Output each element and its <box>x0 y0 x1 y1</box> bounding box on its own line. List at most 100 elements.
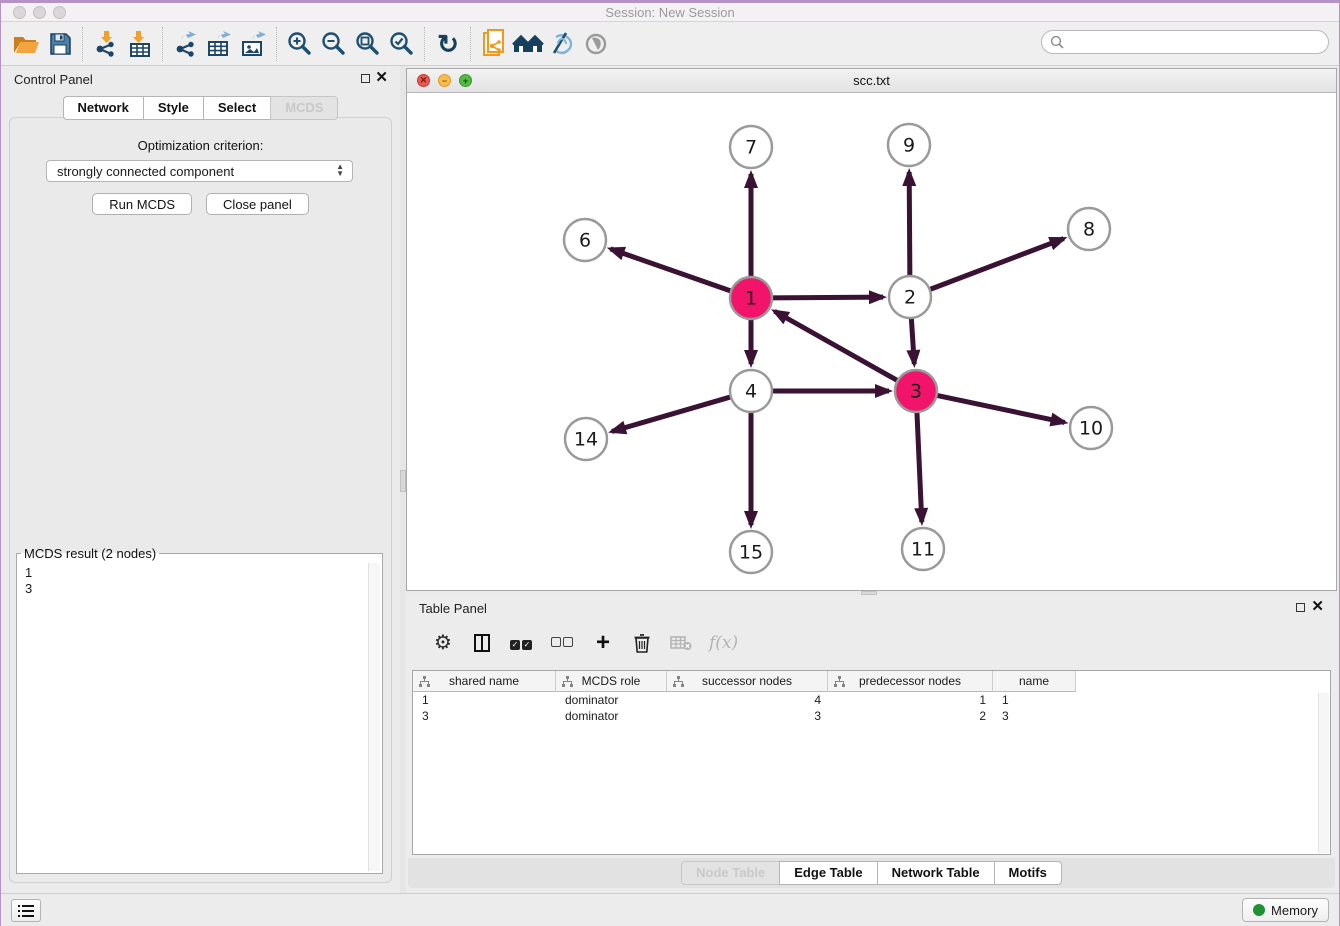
zoom-selected-button[interactable] <box>385 27 419 61</box>
graph-edge-2-9[interactable] <box>909 172 910 278</box>
graph-node-8[interactable]: 8 <box>1068 208 1110 250</box>
open-session-button[interactable] <box>9 27 43 61</box>
table-row[interactable]: 1 dominator 4 1 1 <box>413 692 1330 708</box>
graph-node-label: 9 <box>903 135 915 157</box>
graph-edge-4-14[interactable] <box>612 396 733 431</box>
tab-node-table[interactable]: Node Table <box>681 861 780 885</box>
cell-name[interactable]: 3 <box>993 708 1076 724</box>
zoom-fit-button[interactable] <box>351 27 385 61</box>
plus-icon: + <box>596 631 610 655</box>
table-settings-button[interactable]: ⚙ <box>432 631 454 655</box>
delete-table-button[interactable] <box>670 631 692 655</box>
home-button[interactable] <box>511 27 545 61</box>
float-panel-icon[interactable] <box>361 74 370 83</box>
column-header-predecessor-nodes[interactable]: predecessor nodes <box>828 671 993 692</box>
hierarchy-icon <box>419 676 430 687</box>
graph-edge-2-3[interactable] <box>911 316 914 364</box>
graph-node-6[interactable]: 6 <box>564 219 606 261</box>
cell-shared-name[interactable]: 1 <box>413 692 556 708</box>
graph-node-label: 6 <box>579 230 591 252</box>
mcds-result-title: MCDS result (2 nodes) <box>21 546 159 561</box>
graph-node-4[interactable]: 4 <box>730 370 772 412</box>
cell-name[interactable]: 1 <box>993 692 1076 708</box>
import-network-button[interactable] <box>89 27 123 61</box>
add-column-button[interactable]: + <box>592 631 614 655</box>
close-table-panel-icon[interactable]: ✕ <box>1311 598 1324 616</box>
list-icon <box>18 905 34 917</box>
export-image-button[interactable] <box>237 27 271 61</box>
export-network-button[interactable] <box>169 27 203 61</box>
select-stepper-icon: ▲▼ <box>336 163 344 177</box>
column-header-mcds-role[interactable]: MCDS role <box>556 671 667 692</box>
column-header-shared-name[interactable]: shared name <box>413 671 556 692</box>
graph-edge-1-2[interactable] <box>770 297 883 298</box>
zoom-in-button[interactable] <box>283 27 317 61</box>
criterion-select[interactable]: strongly connected component ▲▼ <box>46 160 353 182</box>
function-builder-button[interactable]: f(x) <box>709 631 738 655</box>
close-panel-button[interactable]: Close panel <box>206 193 309 215</box>
graph-edge-3-11[interactable] <box>917 410 922 522</box>
memory-label: Memory <box>1271 903 1318 918</box>
cell-predecessor-nodes[interactable]: 1 <box>828 692 993 708</box>
graph-node-label: 14 <box>574 429 598 451</box>
graph-node-2[interactable]: 2 <box>889 276 931 318</box>
save-session-button[interactable] <box>43 27 77 61</box>
select-all-button[interactable]: ✓✓ <box>510 631 534 655</box>
mcds-result-text[interactable]: 1 3 <box>19 563 380 871</box>
column-header-successor-nodes[interactable]: successor nodes <box>667 671 828 692</box>
delete-column-button[interactable] <box>631 631 653 655</box>
graph-node-7[interactable]: 7 <box>730 126 772 168</box>
graph-node-14[interactable]: 14 <box>565 418 607 460</box>
memory-button[interactable]: Memory <box>1242 898 1329 922</box>
cell-successor-nodes[interactable]: 3 <box>667 708 828 724</box>
task-history-button[interactable] <box>11 899 41 922</box>
status-bar: Memory <box>1 893 1339 926</box>
search-input[interactable] <box>1069 34 1328 50</box>
graph-node-15[interactable]: 15 <box>730 531 772 573</box>
cell-shared-name[interactable]: 3 <box>413 708 556 724</box>
tab-edge-table[interactable]: Edge Table <box>779 861 877 885</box>
float-table-panel-icon[interactable] <box>1296 603 1305 612</box>
tab-network[interactable]: Network <box>63 96 144 120</box>
result-scrollbar[interactable] <box>368 563 380 871</box>
graph-node-10[interactable]: 10 <box>1070 407 1112 449</box>
network-graph-canvas[interactable]: 7 9 6 8 1 2 4 3 14 10 15 11 <box>407 92 1336 590</box>
cell-mcds-role[interactable]: dominator <box>556 692 667 708</box>
graph-edge-3-1[interactable] <box>775 311 900 381</box>
import-table-button[interactable] <box>123 27 157 61</box>
new-network-button[interactable] <box>477 27 511 61</box>
deselect-all-button[interactable] <box>551 631 575 655</box>
cell-predecessor-nodes[interactable]: 2 <box>828 708 993 724</box>
graph-node-label: 3 <box>910 381 922 403</box>
cell-mcds-role[interactable]: dominator <box>556 708 667 724</box>
graph-edge-2-8[interactable] <box>928 239 1064 291</box>
hide-panels-button[interactable] <box>545 27 579 61</box>
graph-node-1[interactable]: 1 <box>730 277 772 319</box>
table-scrollbar[interactable] <box>1318 693 1329 853</box>
graph-edge-3-10[interactable] <box>935 395 1065 422</box>
graph-edge-1-6[interactable] <box>610 249 733 292</box>
search-box[interactable] <box>1041 30 1329 54</box>
refresh-layout-button[interactable]: ↻ <box>431 27 465 61</box>
tab-motifs[interactable]: Motifs <box>994 861 1062 885</box>
tab-select[interactable]: Select <box>203 96 271 120</box>
column-header-name[interactable]: name <box>993 671 1076 692</box>
tab-mcds[interactable]: MCDS <box>270 96 338 120</box>
graph-node-label: 11 <box>911 539 935 561</box>
show-panels-button[interactable] <box>579 27 613 61</box>
tab-style[interactable]: Style <box>143 96 204 120</box>
graph-node-11[interactable]: 11 <box>902 528 944 570</box>
close-panel-icon[interactable]: ✕ <box>375 69 388 87</box>
toolbar-separator <box>162 27 164 61</box>
export-table-button[interactable] <box>203 27 237 61</box>
run-mcds-button[interactable]: Run MCDS <box>92 193 192 215</box>
graph-node-3[interactable]: 3 <box>895 370 937 412</box>
show-columns-button[interactable] <box>471 631 493 655</box>
table-row[interactable]: 3 dominator 3 2 3 <box>413 708 1330 724</box>
window-title: Session: New Session <box>1 5 1339 20</box>
cell-successor-nodes[interactable]: 4 <box>667 692 828 708</box>
graph-node-9[interactable]: 9 <box>888 124 930 166</box>
zoom-selected-icon <box>388 30 416 58</box>
zoom-out-button[interactable] <box>317 27 351 61</box>
tab-network-table[interactable]: Network Table <box>877 861 995 885</box>
